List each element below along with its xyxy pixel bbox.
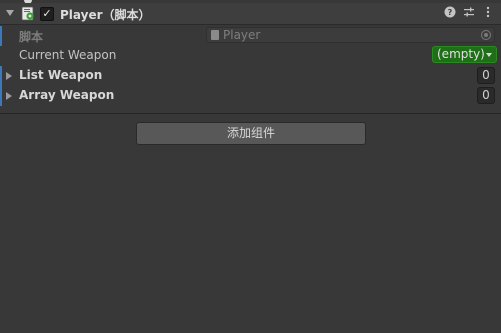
dropdown-caret-icon — [486, 53, 492, 57]
file-icon — [211, 30, 219, 40]
array-weapon-label: Array Weapon — [19, 88, 115, 102]
script-field[interactable]: Player — [206, 27, 495, 43]
fold-arrow-icon[interactable] — [6, 10, 14, 16]
row-accent — [0, 66, 2, 86]
more-icon[interactable] — [481, 6, 495, 20]
divider — [0, 113, 501, 114]
script-row: 脚本 Player — [0, 26, 501, 46]
component-header[interactable]: ✓ Player（脚本） ? — [0, 3, 501, 25]
expand-arrow-icon[interactable] — [6, 92, 12, 100]
current-weapon-row: Current Weapon (empty) — [0, 46, 501, 66]
current-weapon-label: Current Weapon — [19, 48, 117, 62]
current-weapon-value: (empty) — [437, 47, 485, 61]
help-icon[interactable]: ? — [443, 6, 457, 20]
script-label: 脚本 — [19, 30, 44, 44]
expand-arrow-icon[interactable] — [6, 72, 12, 80]
component-enabled-checkbox[interactable]: ✓ — [40, 7, 54, 21]
script-icon — [21, 6, 34, 21]
array-weapon-row[interactable]: Array Weapon 0 — [0, 86, 501, 106]
array-weapon-size-field[interactable]: 0 — [477, 87, 495, 104]
row-accent — [0, 86, 2, 106]
inspector-panel: ✓ Player（脚本） ? 脚本 Player Current Weapon … — [0, 0, 501, 333]
row-accent — [0, 26, 2, 46]
list-weapon-label: List Weapon — [19, 68, 103, 82]
svg-text:?: ? — [448, 8, 453, 17]
script-value: Player — [223, 28, 261, 42]
current-weapon-dropdown[interactable]: (empty) — [432, 46, 497, 63]
preset-icon[interactable] — [462, 6, 476, 20]
object-picker-icon[interactable] — [481, 30, 491, 40]
list-weapon-row[interactable]: List Weapon 0 — [0, 66, 501, 86]
add-component-button[interactable]: 添加组件 — [136, 122, 366, 145]
list-weapon-size-field[interactable]: 0 — [477, 67, 495, 84]
component-title: Player（脚本） — [60, 8, 151, 22]
